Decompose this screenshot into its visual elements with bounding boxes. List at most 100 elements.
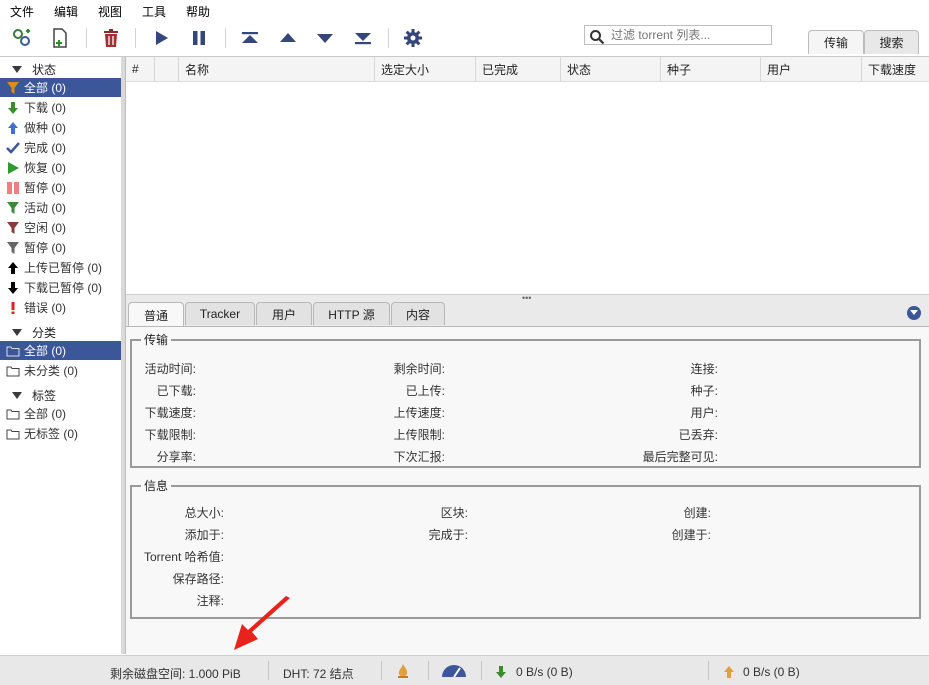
column-seeds[interactable]: 种子 — [660, 57, 760, 81]
status-separator — [381, 661, 382, 680]
label-download-speed: 下载速度: — [144, 406, 196, 420]
tab-tracker[interactable]: Tracker — [185, 302, 255, 325]
menu-bar: 文件 编辑 视图 工具 帮助 — [0, 0, 929, 20]
tab-transfer[interactable]: 传输 — [808, 30, 864, 54]
add-torrent-file-button[interactable] — [48, 26, 72, 50]
sidebar-item-tag-all[interactable]: 全部 (0) — [0, 404, 121, 423]
filter-input[interactable] — [611, 27, 769, 43]
move-bottom-button[interactable] — [351, 26, 375, 50]
label-share-ratio: 分享率: — [156, 450, 196, 464]
label-comment: 注释: — [196, 594, 224, 608]
label-peers: 用户: — [690, 406, 718, 420]
column-status-icon[interactable] — [154, 57, 178, 81]
move-top-button[interactable] — [238, 26, 262, 50]
transfer-legend: 传输 — [144, 333, 169, 347]
download-speed-icon — [494, 665, 508, 682]
sidebar-item-label: 无标签 (0) — [24, 427, 79, 441]
column-status[interactable]: 状态 — [560, 57, 660, 81]
tab-http-sources[interactable]: HTTP 源 — [313, 302, 390, 325]
folder-icon — [5, 343, 21, 359]
connection-status-icon[interactable] — [396, 663, 410, 682]
sidebar-item-label: 错误 (0) — [24, 301, 67, 315]
menu-help[interactable]: 帮助 — [186, 3, 210, 20]
folder-icon — [5, 363, 21, 379]
toolbar: 传输 搜索 — [0, 20, 929, 57]
sidebar-item-errored[interactable]: 错误 (0) — [0, 298, 121, 317]
tags-section-header[interactable]: 标签 — [12, 386, 56, 404]
chevron-down-icon — [910, 310, 918, 315]
column-number[interactable]: # — [126, 57, 154, 81]
menu-tools[interactable]: 工具 — [142, 3, 166, 20]
delete-button[interactable] — [99, 26, 123, 50]
toolbar-separator — [86, 28, 87, 48]
status-bar: 剩余磁盘空间: 1.000 PiB DHT: 72 结点 0 B/s (0 B)… — [0, 655, 929, 685]
label-uploaded: 已上传: — [405, 384, 445, 398]
menu-edit[interactable]: 编辑 — [54, 3, 78, 20]
sidebar-item-seeding[interactable]: 做种 (0) — [0, 118, 121, 137]
column-name[interactable]: 名称 — [178, 57, 374, 81]
folder-icon — [5, 406, 21, 422]
column-done[interactable]: 已完成 — [475, 57, 560, 81]
tab-general[interactable]: 普通 — [128, 302, 184, 327]
add-torrent-link-button[interactable] — [10, 26, 34, 50]
torrent-table-header: # 名称 选定大小 已完成 状态 种子 用户 下载速度 — [126, 57, 929, 82]
move-up-button[interactable] — [276, 26, 300, 50]
collapse-triangle-icon — [12, 328, 22, 336]
column-peers[interactable]: 用户 — [760, 57, 861, 81]
sidebar-item-downloading[interactable]: 下载 (0) — [0, 98, 121, 117]
dht-nodes: DHT: 72 结点 — [283, 667, 354, 681]
upload-speed[interactable]: 0 B/s (0 B) — [743, 665, 800, 679]
alt-speed-toggle[interactable] — [441, 664, 467, 681]
sidebar-item-category-all[interactable]: 全部 (0) — [0, 341, 121, 360]
menu-file[interactable]: 文件 — [10, 3, 34, 20]
sidebar-item-paused[interactable]: 暂停 (0) — [0, 178, 121, 197]
torrent-list[interactable] — [126, 82, 929, 294]
toolbar-separator — [388, 28, 389, 48]
sidebar-item-label: 全部 (0) — [24, 407, 67, 421]
tab-peers[interactable]: 用户 — [256, 302, 312, 325]
label-downloaded: 已下载: — [156, 384, 196, 398]
sidebar-item-uncategorized[interactable]: 未分类 (0) — [0, 361, 121, 380]
tags-header-label: 标签 — [32, 388, 57, 403]
sidebar-item-upload-paused[interactable]: 上传已暂停 (0) — [0, 258, 121, 277]
column-size[interactable]: 选定大小 — [374, 57, 475, 81]
sidebar-item-untagged[interactable]: 无标签 (0) — [0, 424, 121, 443]
label-last-seen-complete: 最后完整可见: — [642, 450, 718, 464]
download-speed[interactable]: 0 B/s (0 B) — [516, 665, 573, 679]
status-header-label: 状态 — [32, 62, 57, 77]
label-total-size: 总大小: — [184, 506, 224, 520]
play-icon — [156, 31, 168, 45]
filter-icon — [5, 80, 21, 96]
sidebar-item-resumed[interactable]: 恢复 (0) — [0, 158, 121, 177]
pause-button[interactable] — [187, 26, 211, 50]
checkmark-icon — [5, 140, 21, 156]
collapse-panel-button[interactable] — [907, 306, 921, 320]
double-up-icon — [242, 32, 258, 43]
label-created-by: 创建: — [683, 506, 711, 520]
play-icon — [5, 160, 21, 176]
category-section-header[interactable]: 分类 — [12, 323, 56, 341]
filter-icon — [5, 240, 21, 256]
sidebar-item-label: 暂停 (0) — [24, 181, 67, 195]
resume-button[interactable] — [149, 26, 173, 50]
column-download-speed[interactable]: 下载速度 — [861, 57, 929, 81]
menu-view[interactable]: 视图 — [98, 3, 122, 20]
tab-search[interactable]: 搜索 — [864, 30, 919, 54]
sidebar-item-completed[interactable]: 完成 (0) — [0, 138, 121, 157]
label-eta: 剩余时间: — [393, 362, 445, 376]
label-completed-on: 完成于: — [428, 528, 468, 542]
options-button[interactable] — [401, 26, 425, 50]
label-save-path: 保存路径: — [172, 572, 224, 586]
sidebar-item-inactive[interactable]: 空闲 (0) — [0, 218, 121, 237]
tab-content[interactable]: 内容 — [391, 302, 445, 325]
label-connections: 连接: — [690, 362, 718, 376]
sidebar-item-active[interactable]: 活动 (0) — [0, 198, 121, 217]
filter-search-box[interactable] — [584, 25, 772, 45]
sidebar-item-stalled[interactable]: 暂停 (0) — [0, 238, 121, 257]
gear-icon — [404, 29, 422, 47]
move-down-button[interactable] — [313, 26, 337, 50]
sidebar-item-status-all[interactable]: 全部 (0) — [0, 78, 121, 97]
sidebar-item-download-paused[interactable]: 下载已暂停 (0) — [0, 278, 121, 297]
sidebar-item-label: 做种 (0) — [24, 121, 67, 135]
status-section-header[interactable]: 状态 — [12, 60, 56, 78]
